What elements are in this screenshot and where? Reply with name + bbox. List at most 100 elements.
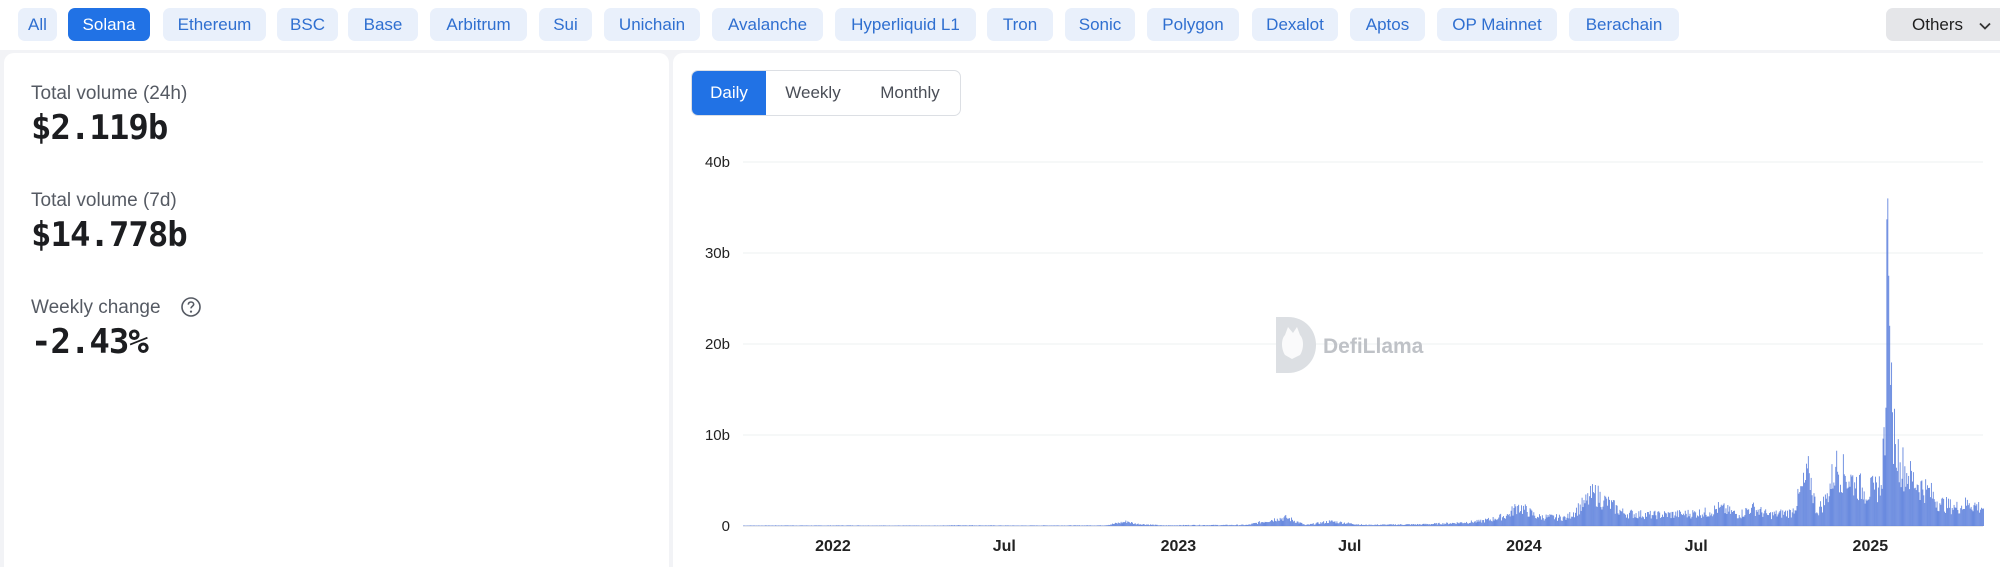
chain-pill-solana[interactable]: Solana — [68, 8, 150, 41]
volume-bar — [1712, 516, 1714, 526]
volume-bar — [1247, 524, 1249, 526]
volume-bar — [1421, 524, 1423, 526]
volume-bar — [1974, 502, 1976, 526]
volume-bar — [1309, 524, 1310, 526]
weekly-change-label: Weekly change — [31, 297, 161, 318]
volume-bar — [1611, 502, 1613, 526]
volume-bar — [1626, 517, 1627, 526]
volume-bar — [1073, 525, 1075, 526]
volume-bar — [1663, 516, 1664, 526]
volume-bar — [1583, 500, 1585, 526]
volume-bar — [1469, 522, 1471, 526]
volume-bar — [1231, 524, 1233, 526]
volume-bar — [1128, 521, 1130, 526]
volume-bar — [1451, 523, 1452, 526]
volume-bar — [1714, 505, 1716, 526]
volume-bar — [787, 525, 789, 526]
volume-bar — [1836, 450, 1838, 526]
volume-bar — [1530, 509, 1532, 526]
volume-bar — [1008, 525, 1009, 526]
volume-bar — [1007, 525, 1008, 526]
volume-bar — [1265, 522, 1267, 526]
volume-bar — [1542, 518, 1544, 526]
volume-bar — [999, 525, 1001, 526]
volume-bar — [1700, 517, 1702, 526]
chain-pill-polygon[interactable]: Polygon — [1147, 8, 1239, 41]
volume-bar — [1502, 517, 1503, 526]
volume-bar — [1345, 523, 1347, 526]
volume-bar — [1400, 524, 1402, 526]
volume-bar — [1229, 524, 1231, 526]
chain-pill-all[interactable]: All — [18, 8, 57, 41]
x-tick-label: 2023 — [1161, 538, 1197, 555]
help-icon[interactable] — [180, 296, 202, 323]
volume-bar — [1979, 512, 1981, 526]
chain-pill-arbitrum[interactable]: Arbitrum — [430, 8, 527, 41]
volume-bar — [1134, 523, 1136, 526]
chain-pill-berachain[interactable]: Berachain — [1569, 8, 1679, 41]
volume-bar — [1821, 506, 1822, 526]
volume-bar — [1111, 524, 1113, 526]
volume-bar — [1255, 522, 1256, 526]
others-dropdown[interactable]: Others — [1886, 8, 2000, 41]
volume-bar — [1910, 461, 1911, 526]
volume-bar — [1870, 477, 1872, 526]
chain-pill-base[interactable]: Base — [348, 8, 418, 41]
volume-bar — [1513, 507, 1515, 526]
volume-bar — [1972, 511, 1974, 526]
volume-bar — [1140, 524, 1142, 526]
chain-pill-hyperliquid-l1[interactable]: Hyperliquid L1 — [835, 8, 976, 41]
volume-bar — [1083, 525, 1085, 526]
volume-bar — [1322, 522, 1324, 526]
volume-bar — [1901, 478, 1903, 526]
volume-bar — [1842, 454, 1844, 526]
chain-pill-bsc[interactable]: BSC — [277, 8, 338, 41]
volume-bar — [1691, 516, 1693, 526]
chain-pill-ethereum[interactable]: Ethereum — [163, 8, 266, 41]
chain-pill-sui[interactable]: Sui — [539, 8, 592, 41]
volume-bar — [1598, 502, 1600, 526]
watermark-text: DefiLlama — [1323, 335, 1424, 358]
volume-bar — [1854, 482, 1856, 526]
volume-bar — [1716, 508, 1717, 526]
volume-bar — [990, 525, 991, 526]
volume-bar — [1786, 516, 1787, 526]
volume-bar — [1922, 489, 1924, 526]
volume-bar — [1620, 511, 1622, 526]
volume-bar — [860, 525, 862, 526]
volume-bar — [815, 525, 817, 526]
chain-pill-aptos[interactable]: Aptos — [1350, 8, 1425, 41]
volume-bar — [1808, 473, 1810, 526]
volume-bar — [1541, 515, 1543, 526]
volume-bar — [1816, 512, 1818, 526]
volume-bar — [1581, 497, 1583, 526]
volume-bar — [1585, 494, 1587, 526]
volume-bar — [888, 525, 890, 526]
volume-bar — [1894, 444, 1896, 526]
chain-pill-dexalot[interactable]: Dexalot — [1252, 8, 1338, 41]
volume-bar — [1958, 513, 1960, 526]
volume-bar — [1349, 523, 1351, 526]
volume-bar — [986, 525, 988, 526]
chain-pill-unichain[interactable]: Unichain — [604, 8, 700, 41]
volume-bar — [1889, 325, 1891, 526]
volume-bar — [1737, 518, 1739, 526]
volume-bar — [1543, 520, 1545, 526]
chain-pill-op-mainnet[interactable]: OP Mainnet — [1437, 8, 1557, 41]
chain-pill-avalanche[interactable]: Avalanche — [712, 8, 823, 41]
chain-pill-tron[interactable]: Tron — [987, 8, 1053, 41]
volume-bar — [1327, 523, 1329, 526]
volume-bar — [1394, 524, 1396, 526]
volume-bar — [951, 525, 953, 526]
volume-bar — [1876, 482, 1877, 526]
volume-bar — [1983, 508, 1984, 526]
volume-bar — [1277, 520, 1279, 526]
volume-bar — [1054, 525, 1056, 526]
chain-pill-sonic[interactable]: Sonic — [1065, 8, 1135, 41]
volume-bar — [913, 525, 915, 526]
volume-bar — [1516, 514, 1518, 526]
volume-bar — [1685, 513, 1687, 526]
volume-bar — [1304, 524, 1306, 526]
volume-bar — [1472, 522, 1474, 526]
volume-24h-label: Total volume (24h) — [31, 83, 188, 104]
